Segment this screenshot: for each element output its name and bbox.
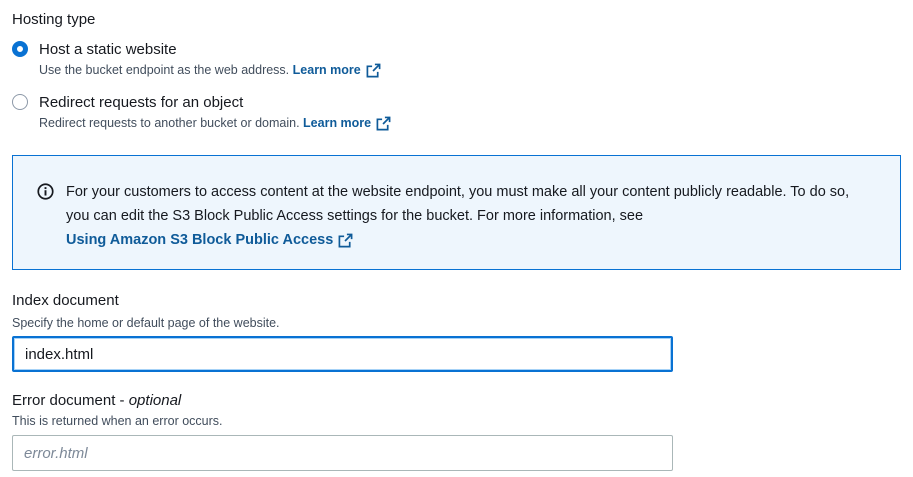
index-document-description: Specify the home or default page of the …	[12, 316, 280, 330]
radio-redirect-requests[interactable]: Redirect requests for an object Redirect…	[12, 93, 391, 132]
info-alert-text: For your customers to access content at …	[66, 184, 850, 224]
external-link-icon	[376, 116, 391, 130]
radio-button-unselected[interactable]	[12, 94, 28, 110]
error-document-label: Error document - optional	[12, 392, 182, 409]
radio-host-static-website[interactable]: Host a static website Use the bucket end…	[12, 40, 381, 79]
index-document-input[interactable]	[12, 336, 673, 372]
error-document-description: This is returned when an error occurs.	[12, 414, 223, 428]
static-website-hosting-form: Hosting type Host a static website Use t…	[0, 0, 913, 477]
learn-more-link-host-static[interactable]: Learn more	[293, 61, 381, 79]
info-alert: For your customers to access content at …	[12, 155, 901, 270]
external-link-icon	[338, 233, 353, 247]
radio-button-selected[interactable]	[12, 41, 28, 57]
radio-title-redirect: Redirect requests for an object	[39, 94, 244, 111]
info-icon	[37, 183, 54, 200]
optional-tag: optional	[128, 392, 182, 409]
block-public-access-link[interactable]: Using Amazon S3 Block Public Access	[66, 228, 353, 252]
external-link-icon	[366, 63, 381, 77]
radio-title-host-static: Host a static website	[39, 41, 177, 58]
hosting-type-label: Hosting type	[12, 11, 96, 28]
radio-desc-host-static: Use the bucket endpoint as the web addre…	[39, 63, 290, 77]
error-document-input[interactable]	[12, 435, 673, 471]
radio-desc-redirect: Redirect requests to another bucket or d…	[39, 116, 300, 130]
index-document-label: Index document	[12, 292, 119, 309]
learn-more-link-redirect[interactable]: Learn more	[303, 114, 391, 132]
